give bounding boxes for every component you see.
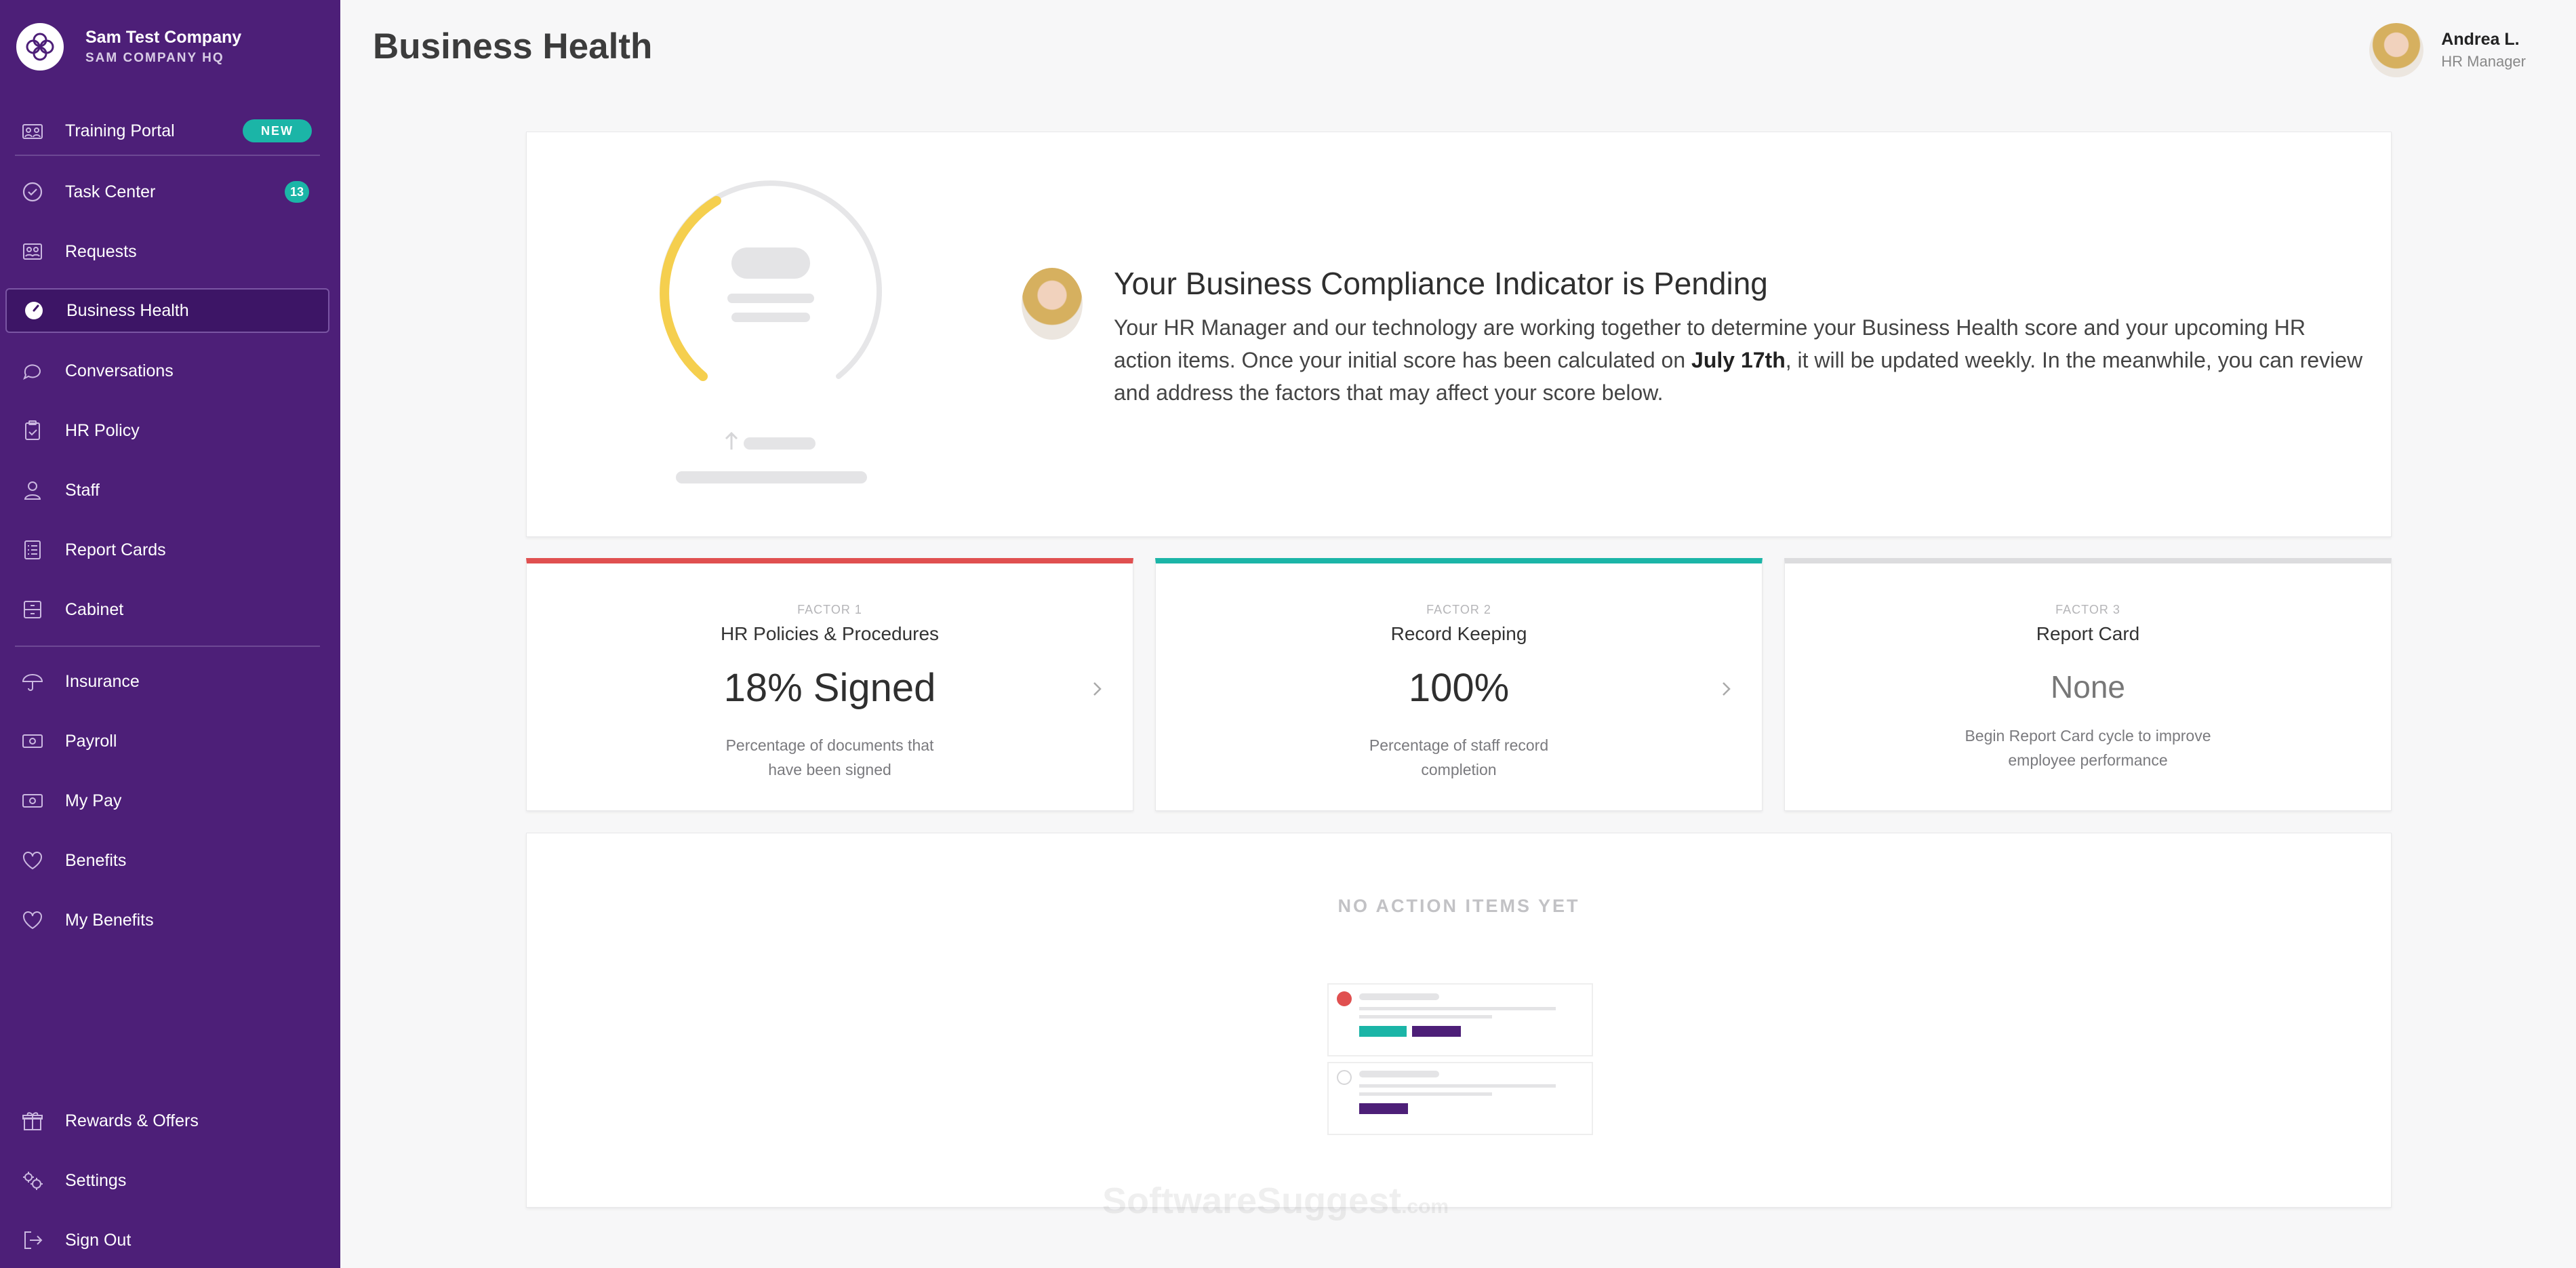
company-location: SAM COMPANY HQ xyxy=(85,51,224,65)
nav-task-center-label: Task Center xyxy=(65,182,156,201)
user-name: Andrea L. xyxy=(2441,30,2520,49)
empty-state-illustration xyxy=(1327,983,1593,1135)
nav-conversations[interactable]: Conversations xyxy=(5,349,329,393)
watermark-text: SoftwareSuggest xyxy=(1102,1181,1402,1221)
nav-sign-out[interactable]: Sign Out xyxy=(5,1218,329,1263)
nav-benefits[interactable]: Benefits xyxy=(5,838,329,883)
nav-sign-out-label: Sign Out xyxy=(65,1230,132,1250)
factor-kicker: FACTOR 3 xyxy=(2055,603,2120,616)
nav-report-cards-label: Report Cards xyxy=(65,540,166,559)
factor-kicker: FACTOR 1 xyxy=(797,603,862,616)
factor-card-record-keeping[interactable]: FACTOR 2 Record Keeping 100% Percentage … xyxy=(1155,558,1763,811)
nav-training-portal[interactable]: Training Portal NEW xyxy=(5,108,329,153)
page-title: Business Health xyxy=(373,26,653,66)
gauge-placeholder xyxy=(676,431,867,483)
sidebar-divider xyxy=(15,155,320,156)
person-icon xyxy=(20,478,45,502)
nav-rewards-label: Rewards & Offers xyxy=(65,1111,199,1130)
nav-insurance[interactable]: Insurance xyxy=(5,659,329,704)
factor-title: Report Card xyxy=(2036,623,2140,644)
watermark-suffix: .com xyxy=(1401,1195,1449,1218)
factor-kicker: FACTOR 2 xyxy=(1426,603,1491,616)
nav-my-pay-label: My Pay xyxy=(65,791,122,810)
action-items-card: NO ACTION ITEMS YET xyxy=(526,833,2392,1208)
new-badge: NEW xyxy=(243,119,312,142)
nav-conversations-label: Conversations xyxy=(65,361,174,380)
nav-benefits-label: Benefits xyxy=(65,850,127,870)
nav-business-health-label: Business Health xyxy=(66,300,189,320)
clipboard-check-icon xyxy=(20,418,45,443)
compliance-title: Your Business Compliance Indicator is Pe… xyxy=(1114,266,1768,301)
factor-description: Percentage of staff record completion xyxy=(1369,736,1549,778)
nav-my-benefits[interactable]: My Benefits xyxy=(5,898,329,943)
nav-business-health[interactable]: Business Health xyxy=(5,288,329,333)
requests-icon xyxy=(20,239,45,264)
company-switcher[interactable]: Sam Test Company SAM COMPANY HQ xyxy=(16,22,241,72)
factor-card-report-card: FACTOR 3 Report Card None Begin Report C… xyxy=(1784,558,2392,811)
chevron-right-icon[interactable] xyxy=(1716,679,1736,699)
nav-cabinet-label: Cabinet xyxy=(65,599,124,619)
nav-my-benefits-label: My Benefits xyxy=(65,910,154,930)
company-logo-icon xyxy=(16,23,64,71)
company-name: Sam Test Company xyxy=(85,28,242,47)
user-role: HR Manager xyxy=(2441,53,2526,70)
factor-title: HR Policies & Procedures xyxy=(720,623,940,644)
compliance-card: Your Business Compliance Indicator is Pe… xyxy=(526,132,2392,537)
watermark: SoftwareSuggest.com xyxy=(1102,1180,1449,1222)
heart-icon xyxy=(20,908,45,932)
nav-hr-policy[interactable]: HR Policy xyxy=(5,408,329,453)
gears-icon xyxy=(20,1168,45,1193)
compliance-description: Your HR Manager and our technology are w… xyxy=(1114,311,2368,409)
factor-description: Begin Report Card cycle to improve emplo… xyxy=(1965,727,2211,769)
umbrella-icon xyxy=(20,669,45,694)
nav-staff[interactable]: Staff xyxy=(5,468,329,513)
nav-my-pay[interactable]: My Pay xyxy=(5,778,329,823)
avatar xyxy=(2369,23,2424,77)
action-items-empty-title: NO ACTION ITEMS YET xyxy=(1337,896,1580,916)
factor-description: Percentage of documents that have been s… xyxy=(725,736,934,778)
check-circle-icon xyxy=(20,180,45,204)
compliance-gauge xyxy=(660,180,882,381)
nav-requests[interactable]: Requests xyxy=(5,229,329,274)
nav-payroll-label: Payroll xyxy=(65,731,117,751)
nav-rewards[interactable]: Rewards & Offers xyxy=(5,1098,329,1143)
nav-staff-label: Staff xyxy=(65,480,100,500)
factor-value: None xyxy=(2051,669,2125,705)
task-count-badge: 13 xyxy=(285,181,309,203)
report-list-icon xyxy=(20,538,45,562)
nav-training-portal-label: Training Portal xyxy=(65,121,175,140)
factor-card-hr-policies[interactable]: FACTOR 1 HR Policies & Procedures 18% Si… xyxy=(526,558,1133,811)
hr-manager-avatar xyxy=(1022,268,1083,340)
nav-payroll[interactable]: Payroll xyxy=(5,719,329,764)
heart-icon xyxy=(20,848,45,873)
nav-hr-policy-label: HR Policy xyxy=(65,420,140,440)
nav-report-cards[interactable]: Report Cards xyxy=(5,528,329,572)
gauge-icon xyxy=(22,298,46,323)
payroll-icon xyxy=(20,729,45,753)
chevron-right-icon[interactable] xyxy=(1087,679,1107,699)
sign-out-icon xyxy=(20,1228,45,1252)
cabinet-icon xyxy=(20,597,45,622)
gift-icon xyxy=(20,1109,45,1133)
nav-requests-label: Requests xyxy=(65,241,137,261)
nav-cabinet[interactable]: Cabinet xyxy=(5,587,329,632)
chat-bubble-icon xyxy=(20,359,45,383)
compliance-date: July 17th xyxy=(1691,348,1786,372)
nav-task-center[interactable]: Task Center 13 xyxy=(5,170,329,214)
nav-insurance-label: Insurance xyxy=(65,671,140,691)
money-icon xyxy=(20,789,45,813)
nav-settings-label: Settings xyxy=(65,1170,127,1190)
sidebar: Sam Test Company SAM COMPANY HQ Training… xyxy=(0,0,340,1268)
factor-value: 100% xyxy=(1408,666,1510,710)
factor-title: Record Keeping xyxy=(1390,623,1527,644)
user-menu[interactable]: Andrea L. HR Manager xyxy=(2369,23,2526,77)
nav-settings[interactable]: Settings xyxy=(5,1158,329,1203)
factor-value: 18% Signed xyxy=(723,666,936,710)
people-group-icon xyxy=(20,119,45,143)
sidebar-divider xyxy=(15,646,320,647)
